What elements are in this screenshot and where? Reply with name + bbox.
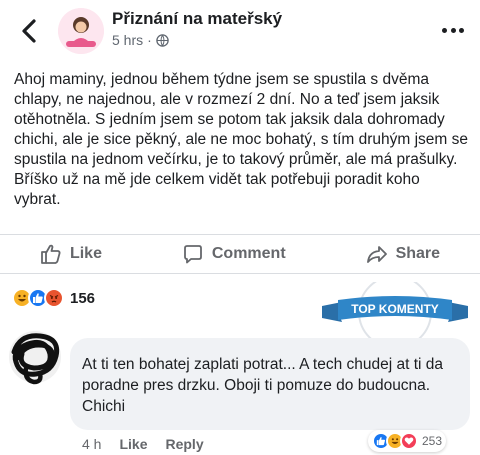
reactions-summary[interactable]: 156: [12, 288, 95, 308]
comment-like-button[interactable]: Like: [119, 436, 147, 452]
love-reaction-icon: [400, 432, 418, 450]
comment-bubble: At ti ten bohatej zaplati potrat... A te…: [70, 338, 470, 430]
page-name[interactable]: Přiznání na mateřský: [112, 9, 282, 29]
meta-separator: ·: [147, 32, 152, 48]
share-icon: [366, 246, 387, 263]
comment-button[interactable]: Comment: [182, 243, 286, 265]
thumbs-up-icon: [41, 244, 61, 264]
comment-meta: 4 h Like Reply: [82, 436, 204, 452]
comment-label: Comment: [211, 245, 286, 262]
comment-reactions[interactable]: 253: [368, 430, 447, 452]
back-arrow-icon[interactable]: [18, 18, 40, 44]
comment-reply-button[interactable]: Reply: [165, 436, 203, 452]
share-label: Share: [395, 245, 441, 262]
post-body-text: Ahoj maminy, jednou během týdne jsem se …: [14, 71, 469, 208]
reaction-count: 156: [70, 289, 96, 307]
globe-icon: [156, 33, 169, 47]
post-meta: 5 hrs ·: [112, 32, 169, 48]
post-time[interactable]: 5 hrs: [112, 32, 143, 48]
comment-icon: [183, 245, 202, 264]
commenter-avatar[interactable]: [6, 328, 64, 386]
post-action-bar: Like Comment Share: [0, 234, 480, 274]
angry-reaction-icon: [44, 288, 64, 308]
share-button[interactable]: Share: [366, 243, 440, 265]
comment-time[interactable]: 4 h: [82, 436, 101, 452]
post-header: Přiznání na mateřský 5 hrs ·: [0, 0, 480, 62]
badge-text: TOP KOMENTY: [351, 302, 439, 316]
top-comments-badge: TOP KOMENTY: [322, 282, 468, 340]
page-avatar[interactable]: [58, 8, 104, 54]
like-label: Like: [69, 245, 102, 262]
more-icon[interactable]: [442, 28, 464, 34]
like-button[interactable]: Like: [40, 243, 102, 265]
comment-reaction-count: 253: [422, 434, 443, 448]
